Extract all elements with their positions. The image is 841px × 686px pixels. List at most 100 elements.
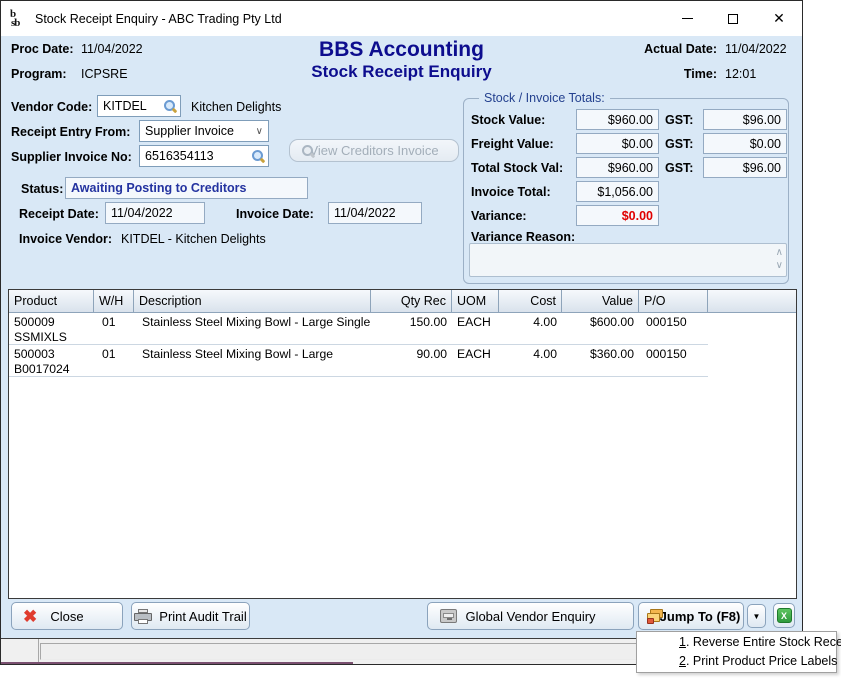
actual-date-value: 11/04/2022 [725,42,787,56]
export-excel-button[interactable]: X [773,603,795,628]
vendor-code-input[interactable]: KITDEL [97,95,181,117]
jump-to-button[interactable]: Jump To (F8) [638,602,744,630]
window-bottom-accent [1,662,353,664]
cell-qty-rec: 90.00 [371,347,452,362]
status-field: Awaiting Posting to Creditors [65,177,308,199]
freight-value-field: $0.00 [576,133,659,154]
close-button[interactable]: ✕ [756,1,802,36]
stock-value-label: Stock Value: [471,113,545,127]
invoice-date-field[interactable]: 11/04/2022 [328,202,422,224]
status-bar-divider [38,639,39,664]
receipt-entry-from-value: Supplier Invoice [145,124,234,138]
minimize-button[interactable] [664,1,710,36]
cell-wh: 01 [94,315,134,330]
variance-reason-input[interactable]: ∧ ∨ [469,243,787,277]
vendor-name: Kitchen Delights [191,100,281,114]
cell-value: $600.00 [562,315,639,330]
stock-gst-value: $96.00 [743,113,781,127]
invoice-vendor-value: KITDEL - Kitchen Delights [121,232,266,246]
invoice-date-value: 11/04/2022 [334,206,396,220]
cell-product: 500003 B0017024 [9,347,94,377]
line-items-table: Product W/H Description Qty Rec UOM Cost… [8,289,797,599]
receipt-date-field[interactable]: 11/04/2022 [105,202,205,224]
vendor-search-icon[interactable] [163,99,177,113]
supplier-invoice-no-input[interactable]: 6516354113 [139,145,269,167]
cell-po: 000150 [639,347,708,362]
supplier-invoice-no-text: 6516354113 [145,149,214,163]
variance-value: $0.00 [622,209,653,223]
menu-item-print-price-labels[interactable]: 2. Print Product Price Labels [637,651,836,670]
jump-to-menu: 1. Reverse Entire Stock Receipt 2. Print… [636,631,837,673]
cell-cost: 4.00 [499,315,562,330]
menu-item-accelerator: 1 [679,635,686,649]
col-cost[interactable]: Cost [499,290,562,312]
stock-invoice-totals-title: Stock / Invoice Totals: [479,91,610,105]
vendor-code-label: Vendor Code: [11,100,92,114]
excel-icon: X [777,608,792,623]
chevron-down-icon: ∨ [256,126,263,137]
product-code: 500003 [14,347,89,362]
menu-item-label: . Reverse Entire Stock Receipt [686,635,841,649]
col-po[interactable]: P/O [639,290,708,312]
menu-item-accelerator: 2 [679,654,686,668]
global-vendor-enquiry-label: Global Vendor Enquiry [465,609,595,624]
app-icon: b sb [10,10,28,28]
variance-label: Variance: [471,209,527,223]
cell-po: 000150 [639,315,708,330]
cell-cost: 4.00 [499,347,562,362]
variance-reason-scrollbar[interactable]: ∧ ∨ [776,246,783,272]
menu-item-reverse-stock-receipt[interactable]: 1. Reverse Entire Stock Receipt [637,632,836,651]
cell-qty-rec: 150.00 [371,315,452,330]
cell-description: Stainless Steel Mixing Bowl - Large [134,347,371,362]
maximize-button[interactable] [710,1,756,36]
close-form-button[interactable]: ✖ Close [11,602,123,630]
invoice-search-icon[interactable] [251,149,265,163]
global-vendor-enquiry-button[interactable]: Global Vendor Enquiry [427,602,634,630]
status-value: Awaiting Posting to Creditors [71,181,246,195]
printer-icon [134,609,152,624]
minimize-icon [682,18,693,19]
total-stock-gst-value: $96.00 [743,161,781,175]
total-stock-val-field: $960.00 [576,157,659,178]
freight-gst-label: GST: [665,137,693,151]
titlebar: b sb Stock Receipt Enquiry - ABC Trading… [1,1,802,36]
stock-value: $960.00 [608,113,653,127]
jump-to-label: Jump To (F8) [660,609,741,624]
vendor-code-text: KITDEL [103,99,147,113]
invoice-total-label: Invoice Total: [471,185,551,199]
col-description[interactable]: Description [134,290,371,312]
status-label: Status: [21,182,63,196]
screen: b sb Stock Receipt Enquiry - ABC Trading… [0,0,841,686]
invoice-date-label: Invoice Date: [236,207,314,221]
cell-description: Stainless Steel Mixing Bowl - Large Sing… [134,315,371,330]
total-stock-gst-label: GST: [665,161,693,175]
close-form-label: Close [50,609,83,624]
stock-receipt-enquiry-window: b sb Stock Receipt Enquiry - ABC Trading… [0,0,803,665]
scroll-down-icon[interactable]: ∨ [776,259,783,272]
total-stock-gst-field: $96.00 [703,157,787,178]
product-code: 500009 [14,315,89,330]
jump-to-dropdown-button[interactable]: ▼ [747,604,766,628]
table-row[interactable]: 500003 B0017024 01 Stainless Steel Mixin… [9,345,708,377]
receipt-entry-from-select[interactable]: Supplier Invoice ∨ [139,120,269,142]
cell-value: $360.00 [562,347,639,362]
col-product[interactable]: Product [9,290,94,312]
col-wh[interactable]: W/H [94,290,134,312]
receipt-date-value: 11/04/2022 [111,206,173,220]
cabinet-icon [440,609,457,623]
app-icon-text2: sb [11,19,28,28]
print-audit-trail-button[interactable]: Print Audit Trail [131,602,250,630]
col-uom[interactable]: UOM [452,290,499,312]
table-row[interactable]: 500009 SSMIXLS 01 Stainless Steel Mixing… [9,313,708,345]
cell-product: 500009 SSMIXLS [9,315,94,345]
product-code-2: SSMIXLS [14,330,89,345]
invoice-vendor-label: Invoice Vendor: [19,232,112,246]
col-value[interactable]: Value [562,290,639,312]
variance-reason-label: Variance Reason: [471,230,575,244]
col-qty-rec[interactable]: Qty Rec [371,290,452,312]
view-creditors-invoice-button[interactable]: View Creditors Invoice [289,139,459,162]
freight-gst-field: $0.00 [703,133,787,154]
scroll-up-icon[interactable]: ∧ [776,246,783,259]
table-header: Product W/H Description Qty Rec UOM Cost… [9,290,796,313]
maximize-icon [728,14,738,24]
